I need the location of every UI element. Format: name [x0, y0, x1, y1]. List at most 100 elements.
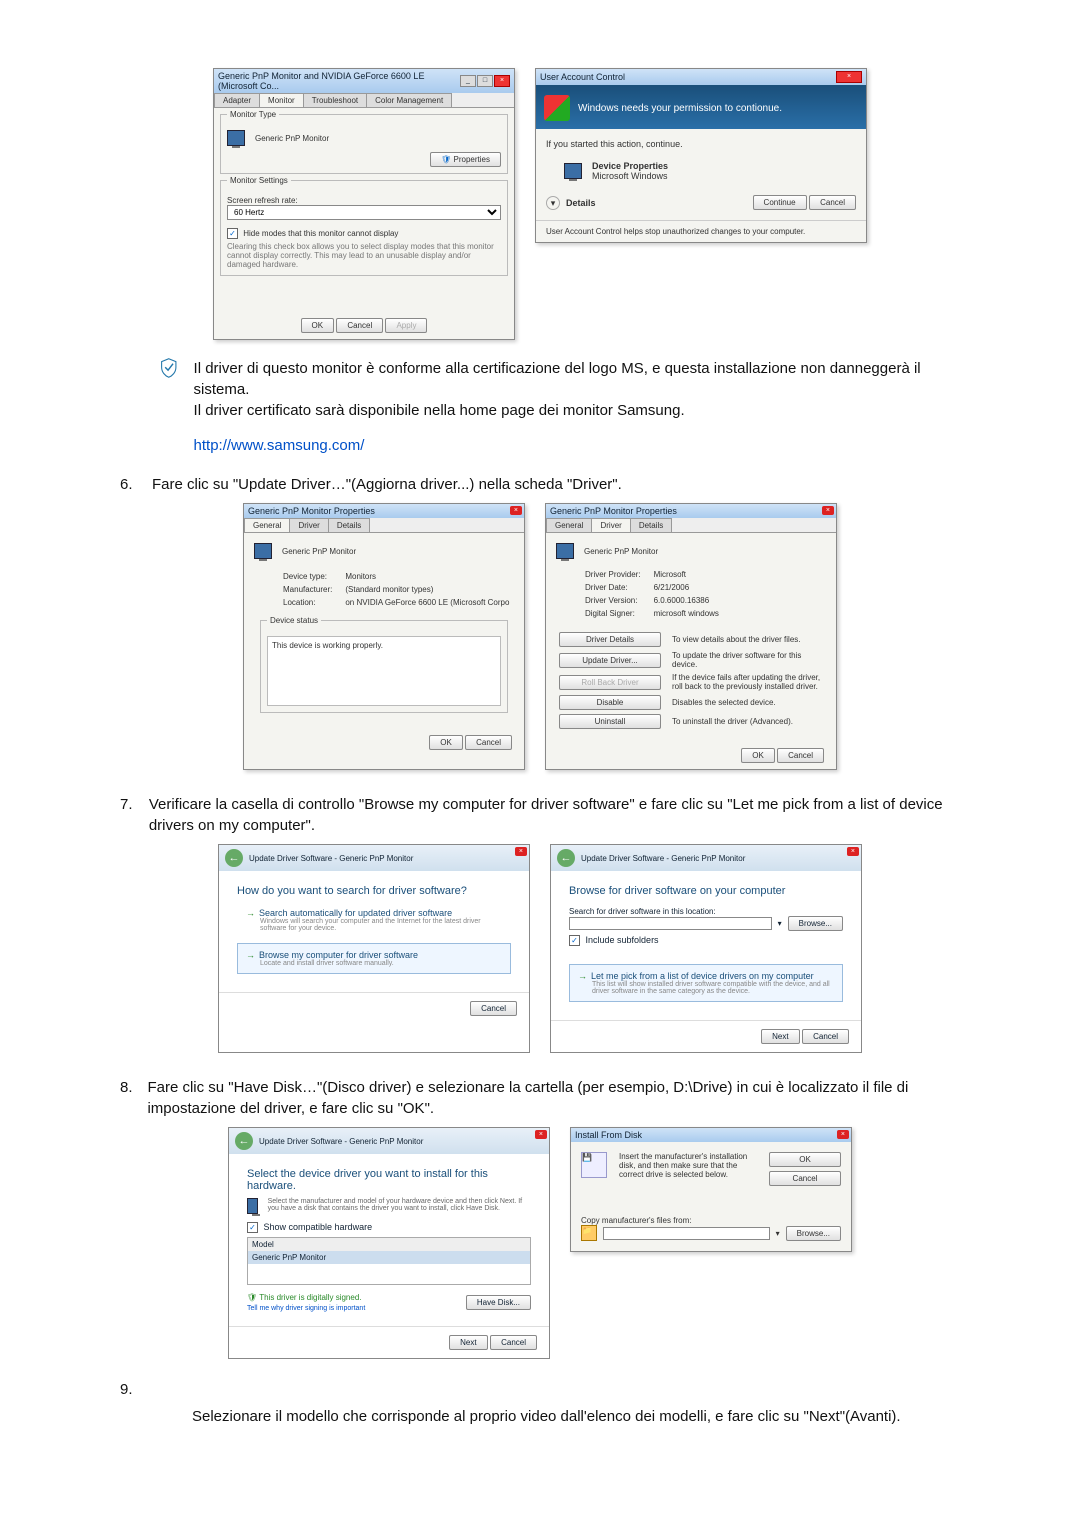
cancel-button[interactable]: Cancel	[777, 748, 824, 763]
location-input[interactable]	[569, 917, 772, 930]
continue-button[interactable]: Continue	[753, 195, 807, 210]
tab-troubleshoot[interactable]: Troubleshoot	[303, 93, 367, 107]
hide-modes-checkbox[interactable]: ✓	[227, 228, 238, 239]
uac-title: User Account Control ×	[536, 69, 866, 85]
disk-icon: 💾	[581, 1152, 607, 1178]
cancel-button[interactable]: Cancel	[465, 735, 512, 750]
ok-button[interactable]: OK	[769, 1152, 841, 1167]
back-icon[interactable]: ←	[225, 849, 243, 867]
browse-button[interactable]: Browse...	[788, 916, 843, 931]
cancel-button[interactable]: Cancel	[470, 1001, 517, 1016]
minimize-icon[interactable]: _	[460, 75, 476, 87]
loc-label: Location:	[282, 597, 333, 608]
close-icon[interactable]: ×	[822, 506, 834, 515]
install-msg: Insert the manufacturer's installation d…	[619, 1152, 757, 1179]
monitor-icon	[254, 543, 272, 559]
cancel-button[interactable]: Cancel	[802, 1029, 849, 1044]
step-8-num: 8.	[120, 1077, 135, 1119]
model-header: Model	[248, 1238, 530, 1251]
tab-driver[interactable]: Driver	[289, 518, 328, 532]
close-icon[interactable]: ×	[836, 71, 862, 83]
prop-title-2: Generic PnP Monitor Properties×	[546, 504, 836, 518]
tab-general[interactable]: General	[244, 518, 290, 532]
status-group: Device status	[267, 616, 321, 625]
close-icon[interactable]: ×	[515, 847, 527, 856]
uac-footer: User Account Control helps stop unauthor…	[536, 220, 866, 242]
samsung-link[interactable]: http://www.samsung.com/	[194, 437, 365, 454]
opt1-desc: Windows will search your computer and th…	[260, 918, 502, 932]
note-line-1: Il driver di questo monitor è conforme a…	[194, 358, 960, 400]
have-disk-button[interactable]: Have Disk...	[466, 1295, 531, 1310]
rollback-button[interactable]: Roll Back Driver	[559, 675, 661, 690]
pick-from-list-option[interactable]: →Let me pick from a list of device drive…	[569, 964, 843, 1002]
date-value: 6/21/2006	[644, 582, 720, 593]
cancel-button[interactable]: Cancel	[769, 1171, 841, 1186]
devtype-label: Device type:	[282, 571, 333, 582]
step-9-text: Selezionare il modello che corrisponde a…	[192, 1406, 960, 1427]
date-label: Driver Date:	[584, 582, 642, 593]
tab-adapter[interactable]: Adapter	[214, 93, 260, 107]
step-8-text: Fare clic su "Have Disk…"(Disco driver) …	[147, 1077, 960, 1119]
monitor-icon	[247, 1198, 258, 1214]
browse-button[interactable]: Browse...	[786, 1226, 841, 1241]
refresh-rate-select[interactable]: 60 Hertz	[227, 205, 501, 220]
disable-button[interactable]: Disable	[559, 695, 661, 710]
details-toggle[interactable]: Details	[566, 198, 596, 208]
refresh-rate-label: Screen refresh rate:	[227, 196, 501, 205]
tab-color-management[interactable]: Color Management	[366, 93, 452, 107]
copy-path-input[interactable]	[603, 1227, 770, 1240]
model-item[interactable]: Generic PnP Monitor	[248, 1251, 530, 1264]
breadcrumb: Update Driver Software - Generic PnP Mon…	[249, 854, 413, 863]
prov-label: Driver Provider:	[584, 569, 642, 580]
tab-details[interactable]: Details	[328, 518, 370, 532]
browse-computer-option[interactable]: →Browse my computer for driver software …	[237, 943, 511, 974]
search-auto-option[interactable]: →Search automatically for updated driver…	[237, 901, 511, 939]
cancel-button[interactable]: Cancel	[490, 1335, 537, 1350]
chevron-down-icon[interactable]: ▾	[546, 196, 560, 210]
close-icon[interactable]: ×	[847, 847, 859, 856]
b1d: To view details about the driver files.	[664, 631, 824, 648]
tab-monitor[interactable]: Monitor	[259, 93, 304, 107]
cancel-button[interactable]: Cancel	[809, 195, 856, 210]
close-icon[interactable]: ×	[837, 1130, 849, 1139]
monitor-dialog-title: Generic PnP Monitor and NVIDIA GeForce 6…	[214, 69, 514, 93]
monitor-tabs: Adapter Monitor Troubleshoot Color Manag…	[214, 93, 514, 108]
next-button[interactable]: Next	[761, 1029, 799, 1044]
device-name: Generic PnP Monitor	[282, 547, 356, 556]
close-icon[interactable]: ×	[510, 506, 522, 515]
include-subfolders-checkbox[interactable]: ✓	[569, 935, 580, 946]
tab-general[interactable]: General	[546, 518, 592, 532]
tab-details[interactable]: Details	[630, 518, 672, 532]
signing-link[interactable]: Tell me why driver signing is important	[247, 1305, 365, 1312]
cancel-button[interactable]: Cancel	[336, 318, 383, 333]
wizard-heading: Browse for driver software on your compu…	[569, 885, 843, 897]
compat-checkbox[interactable]: ✓	[247, 1222, 258, 1233]
tab-driver[interactable]: Driver	[591, 518, 630, 532]
uac-headline: Windows needs your permission to contion…	[578, 103, 782, 114]
driver-details-button[interactable]: Driver Details	[559, 632, 661, 647]
step-6-text: Fare clic su "Update Driver…"(Aggiorna d…	[152, 474, 622, 495]
ver-value: 6.0.6000.16386	[644, 595, 720, 606]
ok-button[interactable]: OK	[301, 318, 335, 333]
prop-title: Generic PnP Monitor Properties×	[244, 504, 524, 518]
maximize-icon[interactable]: □	[477, 75, 493, 87]
b5d: To uninstall the driver (Advanced).	[664, 713, 824, 730]
properties-button[interactable]: 🛡 Properties	[430, 152, 501, 167]
hide-modes-note: Clearing this check box allows you to se…	[227, 242, 501, 269]
step-7-text: Verificare la casella di controllo "Brow…	[149, 794, 960, 836]
close-icon[interactable]: ×	[535, 1130, 547, 1139]
apply-button[interactable]: Apply	[385, 318, 427, 333]
ok-button[interactable]: OK	[429, 735, 463, 750]
uninstall-button[interactable]: Uninstall	[559, 714, 661, 729]
close-icon[interactable]: ×	[494, 75, 510, 87]
next-button[interactable]: Next	[449, 1335, 487, 1350]
loc-value: on NVIDIA GeForce 6600 LE (Microsoft Cor…	[335, 597, 510, 608]
device-name: Generic PnP Monitor	[584, 547, 658, 556]
ok-button[interactable]: OK	[741, 748, 775, 763]
back-icon[interactable]: ←	[557, 849, 575, 867]
monitor-icon	[227, 130, 245, 146]
update-driver-button[interactable]: Update Driver...	[559, 653, 661, 668]
install-disk-title: Install From Disk×	[571, 1128, 851, 1142]
back-icon[interactable]: ←	[235, 1132, 253, 1150]
shield-icon	[544, 95, 570, 121]
